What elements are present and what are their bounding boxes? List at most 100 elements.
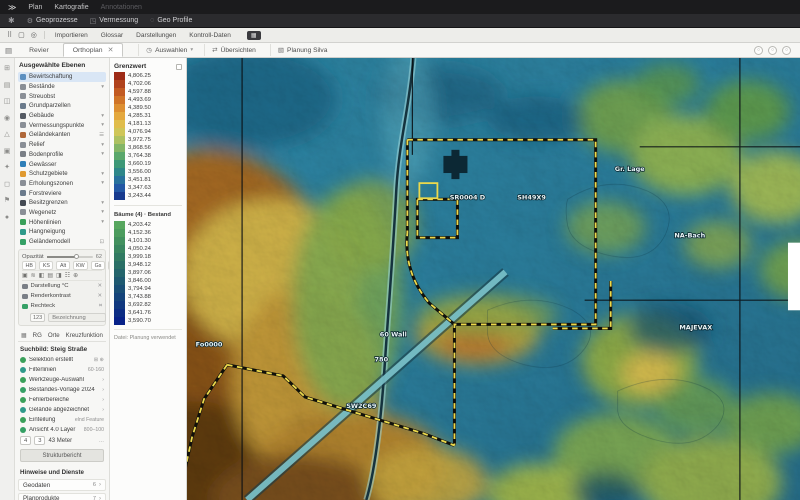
menu-item[interactable]: ◌ Geo Profile xyxy=(150,17,192,25)
tool-row-control[interactable]: ✕ xyxy=(97,293,102,299)
layer-control-icon[interactable]: ▾ xyxy=(101,122,104,128)
layer-item[interactable]: Höhenlinien ▾ xyxy=(18,217,106,227)
layer-control-icon[interactable]: ▾ xyxy=(101,113,104,119)
strip-tool-icon[interactable]: ◫ xyxy=(4,98,11,105)
tab-close-icon[interactable]: ✕ xyxy=(108,46,114,54)
layer-item[interactable]: Bodenprofile ▾ xyxy=(18,150,106,160)
search-result-item[interactable]: Filterlinien 60·160 xyxy=(18,365,106,375)
tab-revier[interactable]: Revier xyxy=(20,45,58,56)
mini-tab[interactable]: Kreuzfunktion xyxy=(66,332,103,339)
tool-icon[interactable]: ≋ xyxy=(31,272,36,279)
mini-button[interactable]: HB xyxy=(22,261,37,271)
toolbar-icon-button[interactable]: ⠿ xyxy=(7,31,12,39)
layer-control-icon[interactable]: ▾ xyxy=(101,142,104,148)
toolbar-dark-button[interactable]: ▦ xyxy=(246,30,261,40)
menu-item[interactable]: Annotationen xyxy=(101,4,142,11)
more-icon[interactable]: … xyxy=(99,438,104,444)
mini-tab[interactable]: RG xyxy=(33,332,42,339)
layer-item[interactable]: Bestände ▾ xyxy=(18,82,106,92)
layer-control-icon[interactable]: ⊡ xyxy=(99,239,104,245)
layer-item[interactable]: Wegenetz ▾ xyxy=(18,208,106,218)
tool-row[interactable]: Rechteck ⌗ xyxy=(22,301,102,311)
layer-item[interactable]: Gebäude ▾ xyxy=(18,111,106,121)
layer-item[interactable]: Gewässer xyxy=(18,159,106,169)
layer-item[interactable]: Geländemodell ⊡ xyxy=(18,237,106,247)
layer-control-icon[interactable]: ▾ xyxy=(101,200,104,206)
strip-tool-icon[interactable]: ▤ xyxy=(4,82,11,89)
mini-button[interactable]: KS xyxy=(39,261,54,271)
designation-input[interactable] xyxy=(48,313,107,323)
toolbar-text-button[interactable]: Darstellungen xyxy=(133,31,179,40)
toolbar-icon-button[interactable]: ◎ xyxy=(31,31,37,39)
strip-tool-icon[interactable]: ◉ xyxy=(4,115,10,122)
layer-control-icon[interactable]: ▾ xyxy=(101,151,104,157)
layer-item[interactable]: Grundparzellen xyxy=(18,101,106,111)
map-canvas[interactable]: SR0004 D SH49X9 Fo0000 60 Wall 780 SW2C6… xyxy=(187,58,800,500)
strip-tool-icon[interactable]: ▣ xyxy=(4,148,11,155)
grid-icon[interactable]: ▦ xyxy=(21,332,27,339)
strip-tool-icon[interactable]: ◻ xyxy=(4,181,10,188)
layer-control-icon[interactable]: ☰ xyxy=(99,132,104,138)
toolbar-text-button[interactable]: Kontroll-Daten xyxy=(186,31,234,40)
layer-control-icon[interactable]: ▾ xyxy=(101,180,104,186)
tool-row[interactable]: Renderkontrast ✕ xyxy=(22,291,102,301)
mini-button[interactable]: Alt xyxy=(56,261,70,271)
menu-item[interactable]: Plan xyxy=(28,4,42,11)
tool-row-control[interactable]: ✕ xyxy=(97,283,102,289)
tab-action-button[interactable]: ⇄ Übersichten xyxy=(204,44,266,56)
menu-item[interactable]: ⚙ Geoprozesse xyxy=(27,17,78,25)
tab-orthoplan-active[interactable]: Orthoplan ✕ xyxy=(62,43,124,57)
window-control-button[interactable]: ○ xyxy=(754,45,763,55)
toolbar-icon-button[interactable]: ▢ xyxy=(18,31,25,39)
tool-row-control[interactable]: ⌗ xyxy=(99,303,102,310)
tab-action-button[interactable]: ◷ Auswahlen ▾ xyxy=(138,44,200,56)
layer-item[interactable]: Erholungszonen ▾ xyxy=(18,179,106,189)
stepper-box-a[interactable]: 4 xyxy=(20,436,32,446)
layer-item[interactable]: Streuobst xyxy=(18,91,106,101)
window-control-button[interactable]: ○ xyxy=(782,45,791,55)
layer-item[interactable]: Schutzgebiete ▾ xyxy=(18,169,106,179)
structure-report-button[interactable]: Strukturbericht xyxy=(20,449,104,463)
layer-item[interactable]: Bewirtschaftung xyxy=(18,72,106,82)
menu-item[interactable]: ◳ Vermessung xyxy=(90,17,139,25)
search-result-item[interactable]: Bestandes-Vorlage 2024 › xyxy=(18,385,106,395)
strip-tool-icon[interactable]: ⊞ xyxy=(4,65,10,72)
layer-item[interactable]: Hangneigung xyxy=(18,227,106,237)
strip-tool-icon[interactable]: ● xyxy=(5,214,9,221)
tool-icon[interactable]: ☷ xyxy=(65,272,70,279)
mini-tab[interactable]: Orte xyxy=(48,332,60,339)
search-result-item[interactable]: Einteilung elnd Feature xyxy=(18,415,106,425)
window-control-button[interactable]: ○ xyxy=(768,45,777,55)
strip-tool-icon[interactable]: ✦ xyxy=(4,164,10,171)
tool-icon[interactable]: ◧ xyxy=(39,272,45,279)
layer-item[interactable]: Besitzgrenzen ▾ xyxy=(18,198,106,208)
strip-tool-icon[interactable]: △ xyxy=(4,131,9,138)
strip-tool-icon[interactable]: ⚑ xyxy=(4,197,10,204)
layer-item[interactable]: Forstreviere xyxy=(18,188,106,198)
settings-icon[interactable]: ✱ xyxy=(8,16,15,25)
search-result-item[interactable]: Fehlerbereiche › xyxy=(18,395,106,405)
tool-icon[interactable]: ⊕ xyxy=(73,272,78,279)
layer-item[interactable]: Geländekanten ☰ xyxy=(18,130,106,140)
service-row[interactable]: Geodaten 6 › xyxy=(18,479,106,491)
service-row[interactable]: Planprodukte 7 › xyxy=(18,492,106,500)
search-result-item[interactable]: Ansicht 4.0 Layer 800–100 xyxy=(18,425,106,435)
map-viewport[interactable]: SR0004 D SH49X9 Fo0000 60 Wall 780 SW2C6… xyxy=(187,58,800,500)
toolbar-text-button[interactable]: Glossar xyxy=(98,31,126,40)
legend-visibility-checkbox[interactable] xyxy=(176,63,182,70)
tool-icon[interactable]: ◨ xyxy=(56,272,62,279)
tool-row[interactable]: Darstellung °C ✕ xyxy=(22,281,102,291)
layer-item[interactable]: Relief ▾ xyxy=(18,140,106,150)
search-result-item[interactable]: Werkzeuge-Auswahl › xyxy=(18,375,106,385)
mini-button[interactable]: KW xyxy=(72,261,89,271)
tab-action-button[interactable]: ▧ Planung Silva xyxy=(269,44,338,56)
search-result-item[interactable]: Gelände abgezeichnet › xyxy=(18,405,106,415)
panel-toggle-icon[interactable]: ▤ xyxy=(5,46,12,55)
layer-control-icon[interactable]: ▾ xyxy=(101,209,104,215)
tool-icon[interactable]: ▣ xyxy=(22,272,28,279)
slider-knob[interactable] xyxy=(74,253,80,259)
layer-control-icon[interactable]: ▾ xyxy=(101,171,104,177)
stepper-box-b[interactable]: 3 xyxy=(34,436,46,446)
menu-item[interactable]: Kartografie xyxy=(54,4,88,11)
layer-item[interactable]: Vermessungspunkte ▾ xyxy=(18,120,106,130)
